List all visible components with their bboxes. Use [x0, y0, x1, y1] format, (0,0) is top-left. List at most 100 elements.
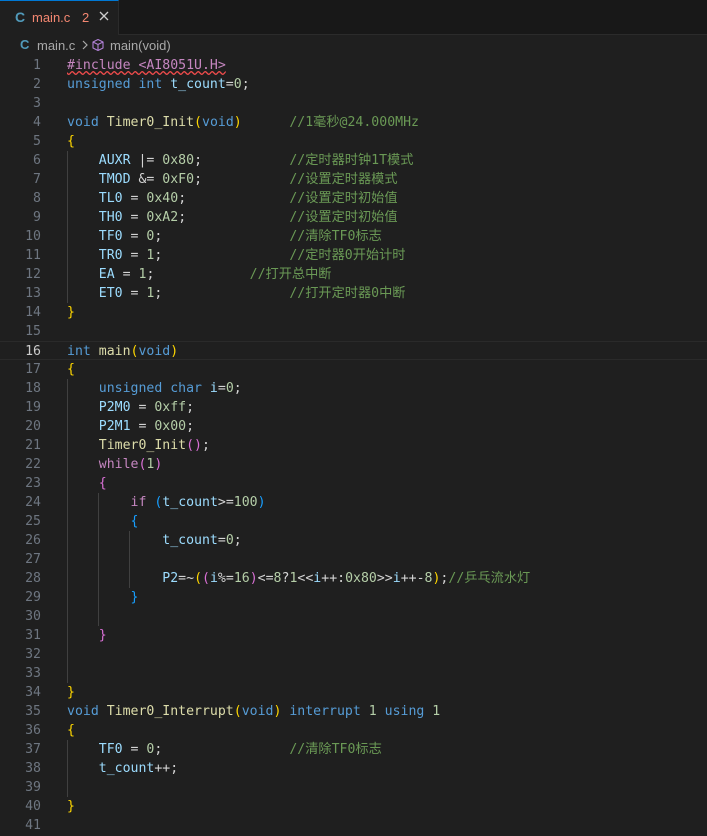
code-line[interactable]: 5{ — [0, 132, 707, 151]
code-token: //设置定时器模式 — [289, 172, 398, 187]
code-line[interactable]: 11 TR0 = 1; //定时器0开始计时 — [0, 246, 707, 265]
code-line[interactable]: 6 AUXR |= 0x80; //定时器时钟1T模式 — [0, 151, 707, 170]
code-text: } — [67, 797, 75, 816]
code-token: i — [209, 381, 218, 396]
code-line[interactable]: 1 #include <AI8051U.H> — [0, 56, 707, 75]
code-line[interactable]: 40} — [0, 797, 707, 816]
code-line[interactable]: 14} — [0, 303, 707, 322]
code-line[interactable]: 32 — [0, 645, 707, 664]
code-line[interactable]: 30 — [0, 607, 707, 626]
breadcrumb-symbol[interactable]: main(void) — [110, 38, 171, 53]
line-number: 40 — [25, 799, 41, 814]
code-line[interactable]: 7 TMOD &= 0xF0; //设置定时器模式 — [0, 170, 707, 189]
code-line[interactable]: 18 unsigned char i=0; — [0, 379, 707, 398]
code-line[interactable]: 16 int main(void) — [0, 341, 707, 360]
code-line[interactable]: 29 } — [0, 588, 707, 607]
code-token: ++: — [321, 571, 346, 586]
code-token: >> — [376, 571, 393, 586]
code-token: { — [130, 514, 139, 529]
code-line[interactable]: 21 Timer0_Init(); — [0, 436, 707, 455]
code-line[interactable]: 22 while(1) — [0, 455, 707, 474]
code-line[interactable]: 24 if (t_count>=100) — [0, 493, 707, 512]
code-token: if — [130, 495, 155, 510]
code-token: ; — [178, 191, 290, 206]
code-token: i — [209, 571, 218, 586]
code-line[interactable]: 27 — [0, 550, 707, 569]
code-editor[interactable]: 1 #include <AI8051U.H> 2 unsigned int t_cou… — [0, 56, 707, 835]
code-line[interactable]: 23 { — [0, 474, 707, 493]
code-line[interactable]: 12 EA = 1; //打开总中断 — [0, 265, 707, 284]
code-line[interactable]: 3 — [0, 94, 707, 113]
code-token: //定时器时钟1T模式 — [289, 153, 414, 168]
code-line[interactable]: 31 } — [0, 626, 707, 645]
code-line[interactable]: 26 t_count=0; — [0, 531, 707, 550]
close-icon[interactable] — [96, 8, 112, 24]
code-line[interactable]: 36 { — [0, 721, 707, 740]
breadcrumb-file[interactable]: main.c — [37, 38, 75, 53]
code-token: P2 — [162, 571, 179, 586]
code-text: { — [67, 512, 139, 531]
code-token: 0xA2 — [146, 210, 179, 225]
code-line[interactable]: 25 { — [0, 512, 707, 531]
code-line[interactable]: 17 { — [0, 360, 707, 379]
code-token: //设置定时初始值 — [289, 210, 398, 225]
code-line[interactable]: 2 unsigned int t_count=0; — [0, 75, 707, 94]
code-text: void Timer0_Interrupt(void) interrupt 1 … — [67, 702, 440, 721]
code-token: //定时器0开始计时 — [289, 248, 406, 263]
code-line[interactable]: 10 TF0 = 0; //清除TF0标志 — [0, 227, 707, 246]
code-token: t_count — [162, 495, 218, 510]
code-token: using — [384, 704, 433, 719]
line-number: 30 — [25, 609, 41, 624]
code-line[interactable]: 15 — [0, 322, 707, 341]
code-line[interactable]: 20 P2M1 = 0x00; — [0, 417, 707, 436]
code-line[interactable]: 33 — [0, 664, 707, 683]
indent-guide — [98, 607, 99, 626]
line-number: 7 — [33, 172, 41, 187]
line-number: 36 — [25, 723, 41, 738]
breadcrumb: C main.c main(void) — [0, 35, 707, 57]
tab-main-c[interactable]: C main.c 2 — [0, 0, 119, 35]
code-line[interactable]: 34} — [0, 683, 707, 702]
code-line[interactable]: 37 TF0 = 0; //清除TF0标志 — [0, 740, 707, 759]
c-file-icon: C — [15, 9, 26, 25]
line-number: 5 — [33, 134, 41, 149]
line-number: 16 — [25, 344, 41, 359]
code-token: ; — [233, 381, 242, 396]
code-token: ++- — [400, 571, 425, 586]
code-text: { — [67, 132, 75, 151]
code-line[interactable]: 28 P2=~((i%=16)<=8?1<<i++:0x80>>i++-8);/… — [0, 569, 707, 588]
code-text: } — [67, 588, 139, 607]
code-line[interactable]: 39 — [0, 778, 707, 797]
code-token: } — [130, 590, 139, 605]
code-line[interactable]: 13 ET0 = 1; //打开定时器0中断 — [0, 284, 707, 303]
line-number: 28 — [25, 571, 41, 586]
code-token: int — [67, 344, 99, 359]
code-token: = — [114, 267, 139, 282]
code-token: //打开总中断 — [249, 267, 332, 282]
code-line[interactable]: 38 t_count++; — [0, 759, 707, 778]
code-token: ) — [233, 115, 242, 130]
code-token: ; — [194, 153, 290, 168]
code-line[interactable]: 9 TH0 = 0xA2; //设置定时初始值 — [0, 208, 707, 227]
code-line[interactable]: 4 void Timer0_Init(void) //1毫秒@24.000MHz — [0, 113, 707, 132]
line-number: 34 — [25, 685, 41, 700]
code-token: = — [122, 210, 147, 225]
code-token: } — [67, 685, 75, 700]
code-line[interactable]: 8 TL0 = 0x40; //设置定时初始值 — [0, 189, 707, 208]
code-token: = — [130, 419, 155, 434]
code-line[interactable]: 19 P2M0 = 0xff; — [0, 398, 707, 417]
cube-icon — [92, 38, 104, 52]
code-text: } — [67, 303, 75, 322]
code-line[interactable]: 41 — [0, 816, 707, 835]
code-token: //设置定时初始值 — [289, 191, 398, 206]
code-line[interactable]: 35 void Timer0_Interrupt(void) interrupt … — [0, 702, 707, 721]
code-token: ) — [257, 495, 266, 510]
code-token: i — [392, 571, 401, 586]
